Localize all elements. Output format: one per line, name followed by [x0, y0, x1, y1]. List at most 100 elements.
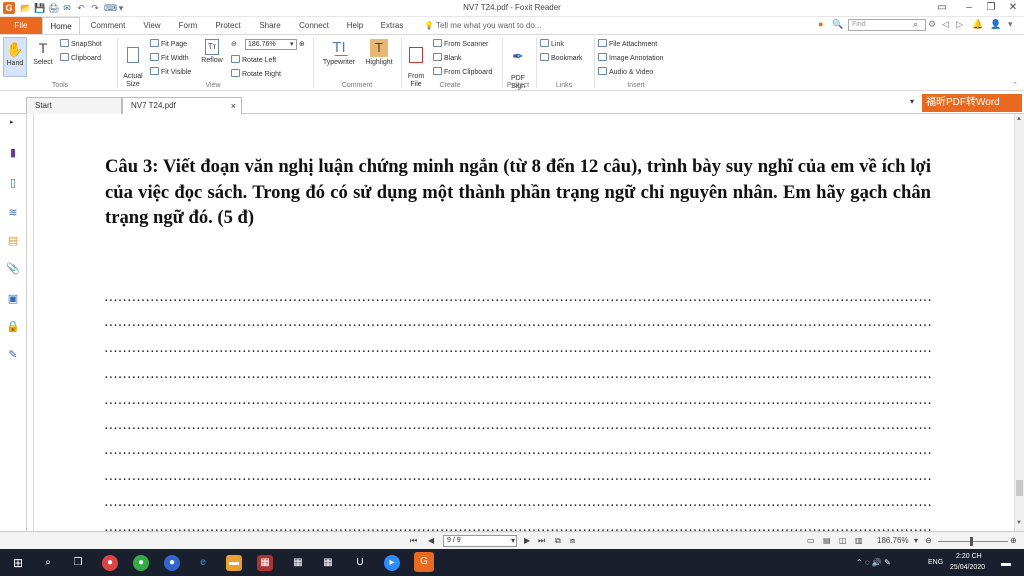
zoom-in-icon[interactable]: ⊕: [299, 40, 305, 49]
lock-panel-icon[interactable]: 🔒: [6, 320, 20, 334]
document-viewer[interactable]: Câu 3: Viết đoạn văn nghị luận chứng min…: [27, 114, 1014, 531]
attachments-panel-icon[interactable]: 📎: [6, 262, 20, 276]
snapshot-button[interactable]: SnapShot: [60, 39, 102, 49]
tab-extras[interactable]: Extras: [376, 17, 408, 34]
scroll-down-icon[interactable]: ▼: [1016, 520, 1022, 526]
zoom-slider[interactable]: [938, 537, 1008, 546]
find-settings-icon[interactable]: ⚙: [928, 19, 936, 30]
expand-panel-icon[interactable]: ▸: [10, 118, 14, 126]
find-next-icon[interactable]: ▷: [956, 19, 963, 30]
pdf-to-word-promo[interactable]: 福昕PDF转Word: [922, 94, 1022, 112]
page-view-icon[interactable]: ⧉: [555, 535, 561, 546]
actual-size-button[interactable]: Actual Size: [120, 39, 146, 89]
blank-button[interactable]: Blank: [433, 53, 462, 63]
ribbon-options-icon[interactable]: ▾: [1008, 19, 1013, 30]
tab-help[interactable]: Help: [342, 17, 368, 34]
tab-home[interactable]: Home: [42, 17, 80, 34]
zoom-app-icon[interactable]: ▸: [384, 555, 400, 571]
zoom-dropdown-icon[interactable]: ▾: [290, 40, 294, 49]
reflow-button[interactable]: Tт Reflow: [199, 39, 225, 65]
zoom-out-icon[interactable]: ⊖: [231, 40, 237, 49]
rotate-right-button[interactable]: Rotate Right: [231, 69, 281, 79]
from-clipboard-button[interactable]: From Clipboard: [433, 67, 492, 77]
continuous-page-icon[interactable]: ▤: [823, 535, 831, 546]
account-icon[interactable]: 👤: [990, 19, 1001, 30]
page-dropdown-icon[interactable]: ▾: [511, 535, 515, 546]
language-indicator[interactable]: ENG: [928, 559, 943, 566]
file-attachment-button[interactable]: File Attachment: [598, 39, 657, 49]
close-button[interactable]: ✕: [1006, 2, 1020, 13]
notification-icon[interactable]: ▬: [998, 556, 1014, 572]
calculator-icon[interactable]: ▦: [320, 555, 336, 571]
skin-icon[interactable]: ●: [818, 19, 823, 29]
last-page-icon[interactable]: ⏭: [538, 535, 545, 546]
task-view-icon[interactable]: ❐: [70, 555, 86, 571]
comments-panel-icon[interactable]: ▤: [6, 234, 20, 248]
typewriter-button[interactable]: T͟I Typewriter: [318, 39, 360, 67]
image-annotation-button[interactable]: Image Annotation: [598, 53, 664, 63]
tab-view[interactable]: View: [138, 17, 166, 34]
coccoc-icon[interactable]: ●: [133, 555, 149, 571]
reading-view-icon[interactable]: ⧈: [570, 535, 575, 546]
next-page-icon[interactable]: ▶: [524, 535, 530, 546]
zoom-out-status-icon[interactable]: ⊖: [925, 535, 932, 546]
clock-date[interactable]: 25/04/2020: [950, 564, 985, 571]
bookmark-button[interactable]: Bookmark: [540, 53, 583, 63]
zoom-menu-icon[interactable]: ▾: [914, 535, 918, 546]
unikey-icon[interactable]: U: [352, 555, 368, 571]
restore-button[interactable]: ❐: [984, 2, 998, 13]
ribbon-display-icon[interactable]: ▭: [935, 2, 949, 13]
tab-protect[interactable]: Protect: [210, 17, 246, 34]
scroll-thumb[interactable]: [1016, 480, 1023, 496]
create-from-file-button[interactable]: From File: [404, 39, 428, 89]
clipboard-button[interactable]: Clipboard: [60, 53, 101, 63]
audio-video-button[interactable]: Audio & Video: [598, 67, 653, 77]
store-icon[interactable]: ▦: [290, 555, 306, 571]
scroll-up-icon[interactable]: ▲: [1016, 116, 1022, 122]
tab-form[interactable]: Form: [174, 17, 202, 34]
page-number-input[interactable]: 9 / 9: [443, 535, 517, 547]
rotate-left-button[interactable]: Rotate Left: [231, 55, 276, 65]
tab-list-dropdown-icon[interactable]: ▾: [910, 97, 914, 106]
alert-icon[interactable]: 🔔: [972, 19, 983, 30]
clock-time[interactable]: 2:20 CH: [956, 553, 982, 560]
foxit-taskbar-icon[interactable]: G: [414, 552, 434, 572]
link-button[interactable]: Link: [540, 39, 564, 49]
from-scanner-button[interactable]: From Scanner: [433, 39, 488, 49]
hand-tool-button[interactable]: ✋ Hand: [3, 37, 27, 77]
vertical-scrollbar[interactable]: ▲ ▼: [1014, 114, 1024, 531]
bookmarks-panel-icon[interactable]: ▮: [6, 146, 20, 160]
single-page-icon[interactable]: ▭: [807, 535, 815, 546]
signature-panel-icon[interactable]: ✎: [6, 348, 20, 362]
facing-page-icon[interactable]: ◫: [839, 535, 847, 546]
tab-connect[interactable]: Connect: [294, 17, 334, 34]
edge-icon[interactable]: e: [195, 555, 211, 571]
collapse-ribbon-icon[interactable]: ⌃: [1012, 81, 1018, 90]
tab-start[interactable]: Start: [26, 97, 122, 114]
zoom-in-status-icon[interactable]: ⊕: [1010, 535, 1017, 546]
select-tool-button[interactable]: T Select: [31, 39, 55, 67]
tab-comment[interactable]: Comment: [86, 17, 130, 34]
pages-panel-icon[interactable]: ▯: [6, 176, 20, 190]
find-search-icon[interactable]: ⌕: [913, 19, 918, 30]
tab-document[interactable]: NV7 T24.pdf ×: [122, 97, 242, 114]
search-options-icon[interactable]: 🔍: [832, 19, 843, 30]
windows-start-icon[interactable]: ⊞: [10, 555, 26, 571]
continuous-facing-icon[interactable]: ▥: [855, 535, 863, 546]
find-prev-icon[interactable]: ◁: [942, 19, 949, 30]
layers-panel-icon[interactable]: ≋: [6, 206, 20, 220]
app-grid-icon[interactable]: ▦: [257, 555, 273, 571]
minimize-button[interactable]: –: [962, 2, 976, 13]
prev-page-icon[interactable]: ◀: [428, 535, 434, 546]
tab-share[interactable]: Share: [254, 17, 286, 34]
first-page-icon[interactable]: ⏮: [410, 535, 417, 546]
tray-icons[interactable]: ⌃ ◌ 🔊 ✎: [856, 558, 891, 567]
search-icon[interactable]: ⌕: [40, 555, 56, 571]
fit-page-button[interactable]: Fit Page: [150, 39, 187, 49]
chrome-icon[interactable]: ●: [102, 555, 118, 571]
fit-width-button[interactable]: Fit Width: [150, 53, 189, 63]
browser-icon[interactable]: ●: [164, 555, 180, 571]
fit-visible-button[interactable]: Fit Visible: [150, 67, 191, 77]
file-menu[interactable]: File: [0, 17, 42, 34]
security-panel-icon[interactable]: ▣: [6, 292, 20, 306]
